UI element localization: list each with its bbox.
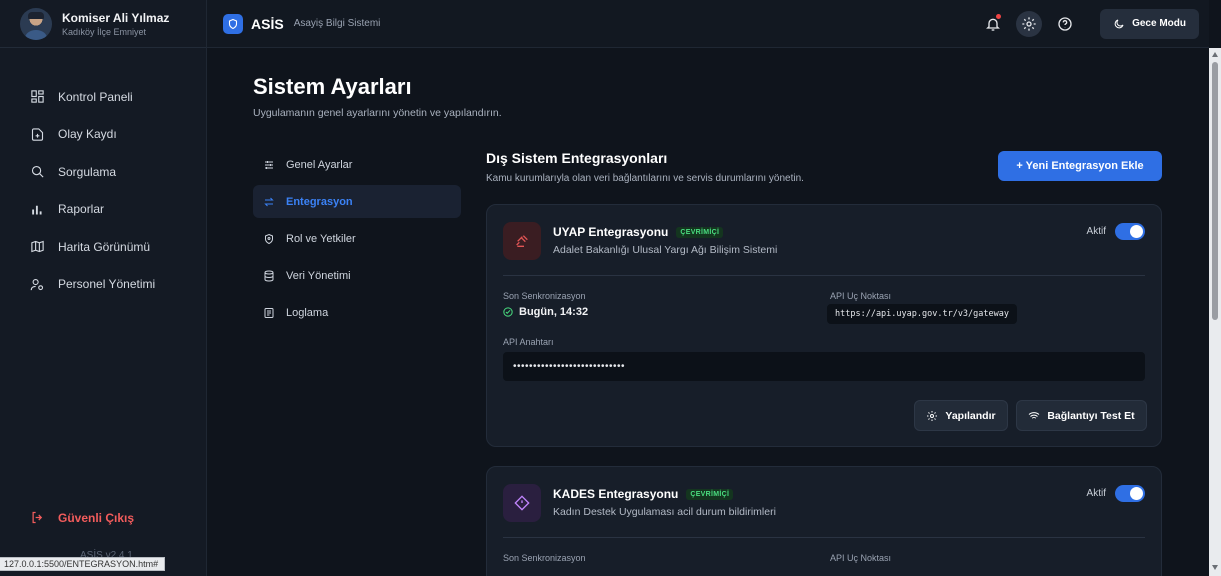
brand-subtitle: Asayiş Bilgi Sistemi bbox=[293, 18, 381, 29]
sidebar-item-map[interactable]: Harita Görünümü bbox=[0, 228, 206, 266]
settings-tab-label: Genel Ayarlar bbox=[286, 158, 353, 171]
logout-label: Güvenli Çıkış bbox=[58, 510, 135, 525]
check-circle-icon bbox=[503, 307, 513, 317]
settings-tab-label: Rol ve Yetkiler bbox=[286, 232, 356, 245]
page-title: Sistem Ayarları bbox=[253, 74, 412, 99]
notification-dot bbox=[996, 13, 1002, 19]
brand-name: ASİS bbox=[251, 15, 284, 32]
sidebar-item-label: Personel Yönetimi bbox=[58, 277, 156, 292]
bar-chart-icon bbox=[32, 205, 42, 215]
settings-tab-data[interactable]: Veri Yönetimi bbox=[253, 259, 461, 292]
integration-name: UYAP Entegrasyonu bbox=[553, 225, 669, 239]
search-icon bbox=[31, 166, 44, 178]
help-icon bbox=[1058, 16, 1072, 31]
sidebar-item-reports[interactable]: Raporlar bbox=[0, 191, 206, 229]
sidebar-item-label: Harita Görünümü bbox=[58, 239, 151, 254]
moon-icon bbox=[1114, 19, 1124, 28]
endpoint-label: API Uç Noktası bbox=[830, 553, 892, 563]
page-scrollbar[interactable] bbox=[1209, 48, 1221, 576]
brand[interactable]: ASİS Asayiş Bilgi Sistemi bbox=[207, 13, 381, 34]
sidebar-item-dashboard[interactable]: Kontrol Paneli bbox=[0, 78, 206, 116]
status-badge: ÇEVRİMİÇİ bbox=[676, 226, 724, 238]
help-button[interactable] bbox=[1052, 11, 1078, 37]
logout-button[interactable]: Güvenli Çıkış bbox=[30, 510, 134, 525]
active-toggle[interactable] bbox=[1115, 485, 1145, 502]
section-subtitle: Kamu kurumlarıyla olan veri bağlantıları… bbox=[486, 173, 804, 184]
last-sync-label: Son Senkronizasyon bbox=[503, 291, 586, 301]
last-sync-label: Son Senkronizasyon bbox=[503, 553, 586, 563]
integration-name: KADES Entegrasyonu bbox=[553, 487, 679, 501]
map-icon bbox=[31, 240, 44, 253]
arrows-swap-icon bbox=[264, 197, 274, 206]
gear-icon bbox=[1022, 16, 1036, 31]
toggle-label: Aktif bbox=[1086, 226, 1106, 237]
sidebar-item-incident-record[interactable]: Olay Kaydı bbox=[0, 116, 206, 154]
dashboard-icon bbox=[31, 90, 44, 103]
scroll-up-arrow-icon[interactable] bbox=[1212, 52, 1218, 57]
browser-status-url: 127.0.0.1:5500/ENTEGRASYON.htm# bbox=[0, 557, 166, 571]
settings-tab-general[interactable]: Genel Ayarlar bbox=[253, 148, 461, 181]
log-icon bbox=[264, 307, 274, 318]
database-icon bbox=[264, 270, 274, 282]
sidebar-item-label: Sorgulama bbox=[58, 164, 117, 179]
settings-tab-label: Loglama bbox=[286, 306, 329, 319]
toggle-label: Aktif bbox=[1086, 488, 1106, 499]
top-bar: ASİS Asayiş Bilgi Sistemi Gece Modu bbox=[207, 0, 1209, 48]
configure-label: Yapılandır bbox=[945, 409, 996, 422]
add-integration-button[interactable]: + Yeni Entegrasyon Ekle bbox=[998, 151, 1162, 181]
settings-tab-logging[interactable]: Loglama bbox=[253, 296, 461, 329]
last-sync-text: Bugün, 14:32 bbox=[519, 306, 589, 318]
divider bbox=[503, 275, 1145, 276]
sliders-icon bbox=[265, 160, 273, 169]
divider bbox=[503, 537, 1145, 538]
sidebar: Komiser Ali Yılmaz Kadıköy İlçe Emniyet … bbox=[0, 0, 207, 576]
main-nav: Kontrol Paneli Olay Kaydı Sorgulama Rapo… bbox=[0, 48, 206, 303]
sidebar-item-label: Olay Kaydı bbox=[58, 127, 117, 142]
gavel-icon bbox=[503, 222, 541, 260]
sidebar-item-label: Raporlar bbox=[58, 202, 105, 217]
wifi-icon bbox=[1028, 411, 1040, 420]
configure-button[interactable]: Yapılandır bbox=[914, 400, 1008, 431]
section-title: Dış Sistem Entegrasyonları bbox=[486, 150, 668, 166]
avatar bbox=[20, 7, 52, 40]
integration-card-kades: KADES Entegrasyonu ÇEVRİMİÇİ Kadın Deste… bbox=[486, 466, 1162, 576]
shield-logo-icon bbox=[223, 13, 243, 34]
settings-button[interactable] bbox=[1016, 10, 1043, 37]
page-subtitle: Uygulamanın genel ayarlarını yönetin ve … bbox=[253, 107, 502, 119]
api-key-field[interactable]: •••••••••••••••••••••••••••• bbox=[503, 352, 1145, 381]
sidebar-item-label: Kontrol Paneli bbox=[58, 89, 133, 104]
test-connection-button[interactable]: Bağlantıyı Test Et bbox=[1016, 400, 1147, 431]
night-mode-button[interactable]: Gece Modu bbox=[1100, 8, 1199, 39]
api-key-label: API Anahtarı bbox=[503, 337, 554, 347]
user-name: Komiser Ali Yılmaz bbox=[62, 10, 170, 25]
settings-tab-integration[interactable]: Entegrasyon bbox=[253, 185, 461, 218]
settings-tab-roles[interactable]: Rol ve Yetkiler bbox=[253, 222, 461, 255]
scroll-thumb[interactable] bbox=[1212, 62, 1218, 320]
file-plus-icon bbox=[31, 128, 44, 141]
endpoint-value: https://api.uyap.gov.tr/v3/gateway bbox=[827, 304, 1017, 324]
endpoint-label: API Uç Noktası bbox=[830, 291, 892, 301]
integration-description: Kadın Destek Uygulaması acil durum bildi… bbox=[553, 506, 776, 518]
night-mode-label: Gece Modu bbox=[1132, 18, 1186, 29]
settings-tab-label: Entegrasyon bbox=[286, 195, 353, 208]
active-toggle[interactable] bbox=[1115, 223, 1145, 240]
shield-icon bbox=[265, 233, 273, 244]
last-sync-value: Bugün, 14:32 bbox=[503, 306, 588, 318]
test-connection-label: Bağlantıyı Test Et bbox=[1047, 409, 1135, 422]
status-badge: ÇEVRİMİÇİ bbox=[686, 488, 734, 500]
users-icon bbox=[30, 278, 44, 290]
user-profile[interactable]: Komiser Ali Yılmaz Kadıköy İlçe Emniyet bbox=[0, 0, 206, 48]
sidebar-item-personnel[interactable]: Personel Yönetimi bbox=[0, 266, 206, 304]
settings-tab-label: Veri Yönetimi bbox=[286, 269, 351, 282]
diamond-alert-icon bbox=[503, 484, 541, 522]
notifications-button[interactable] bbox=[980, 11, 1006, 37]
user-unit: Kadıköy İlçe Emniyet bbox=[62, 26, 147, 37]
sidebar-item-query[interactable]: Sorgulama bbox=[0, 153, 206, 191]
integration-card-uyap: UYAP Entegrasyonu ÇEVRİMİÇİ Adalet Bakan… bbox=[486, 204, 1162, 447]
integration-description: Adalet Bakanlığı Ulusal Yargı Ağı Bilişi… bbox=[553, 244, 778, 256]
gear-icon bbox=[927, 410, 938, 421]
scroll-down-arrow-icon[interactable] bbox=[1212, 565, 1218, 570]
settings-menu: Genel Ayarlar Entegrasyon Rol ve Yetkile… bbox=[253, 148, 461, 333]
logout-icon bbox=[32, 511, 43, 524]
